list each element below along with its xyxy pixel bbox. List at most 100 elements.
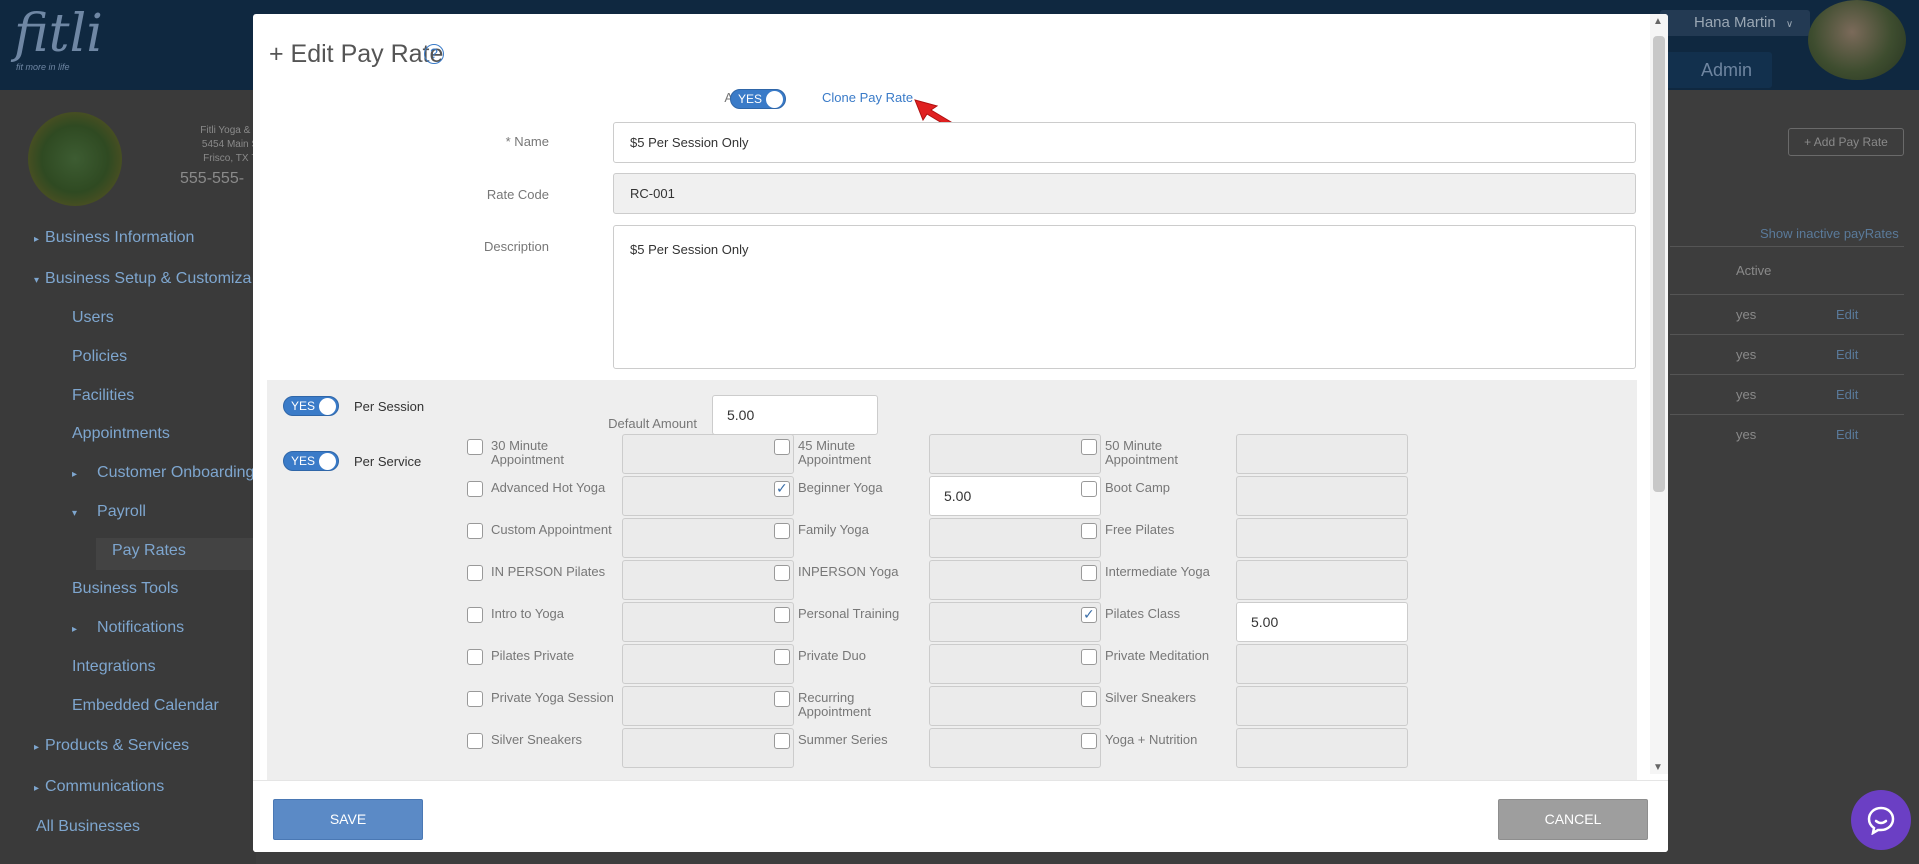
sidebar-item-business-tools[interactable]: Business Tools: [72, 580, 178, 598]
sidebar-item-appointments[interactable]: Appointments: [72, 425, 170, 443]
service-amount-input[interactable]: 5.00: [1236, 602, 1408, 642]
service-amount-input[interactable]: [1236, 686, 1408, 726]
service-amount-input[interactable]: [622, 560, 794, 600]
service-amount-input[interactable]: [1236, 518, 1408, 558]
sidebar-item-communications[interactable]: ▸ Communications: [34, 778, 164, 796]
help-icon[interactable]: ?: [424, 44, 444, 64]
service-checkbox[interactable]: [467, 523, 483, 539]
modal-title: + Edit Pay Rate: [269, 40, 444, 68]
service-checkbox[interactable]: [1081, 606, 1097, 623]
service-checkbox[interactable]: [467, 607, 483, 623]
service-checkbox[interactable]: [774, 480, 790, 497]
avatar[interactable]: [1808, 0, 1906, 80]
sidebar-item-all-businesses[interactable]: All Businesses: [36, 818, 140, 836]
service-amount-input[interactable]: [1236, 728, 1408, 768]
service-checkbox[interactable]: [774, 733, 790, 749]
sidebar-item-facilities[interactable]: Facilities: [72, 387, 134, 405]
name-input[interactable]: $5 Per Session Only: [613, 122, 1636, 163]
cancel-button[interactable]: CANCEL: [1498, 799, 1648, 840]
service-checkbox[interactable]: [467, 481, 483, 497]
per-session-toggle[interactable]: YES: [283, 396, 339, 416]
service-amount-input[interactable]: [622, 728, 794, 768]
edit-link[interactable]: Edit: [1836, 295, 1858, 335]
service-checkbox[interactable]: [1081, 481, 1097, 497]
service-amount-input[interactable]: [1236, 560, 1408, 600]
show-inactive-link[interactable]: Show inactive payRates: [1760, 226, 1899, 241]
service-amount-input[interactable]: [929, 644, 1101, 684]
active-toggle[interactable]: YES: [730, 89, 786, 109]
service-checkbox[interactable]: [1081, 523, 1097, 539]
service-checkbox[interactable]: [467, 733, 483, 749]
sidebar-item-policies[interactable]: Policies: [72, 348, 127, 366]
service-amount-input[interactable]: [622, 476, 794, 516]
service-amount-input[interactable]: [622, 686, 794, 726]
sidebar-item-customer-onboarding[interactable]: ▸ Customer Onboarding: [72, 464, 254, 482]
service-checkbox[interactable]: [467, 565, 483, 581]
table-cell-active: yes: [1736, 427, 1757, 442]
table-cell-active: yes: [1736, 307, 1757, 322]
service-checkbox[interactable]: [467, 439, 483, 455]
sidebar-item-notifications[interactable]: ▸ Notifications: [72, 619, 184, 637]
app-logo[interactable]: fitli: [14, 4, 103, 64]
rate-code-input[interactable]: RC-001: [613, 173, 1636, 214]
service-name: Private Yoga Session: [491, 690, 614, 705]
service-checkbox[interactable]: [1081, 649, 1097, 665]
service-amount-input[interactable]: [929, 560, 1101, 600]
user-menu[interactable]: Hana Martin ∨: [1660, 10, 1810, 36]
service-checkbox[interactable]: [1081, 439, 1097, 455]
service-amount-input[interactable]: [1236, 434, 1408, 474]
sidebar-item-business-information[interactable]: ▸ Business Information: [34, 229, 194, 247]
service-name: Free Pilates: [1105, 522, 1175, 537]
service-amount-input[interactable]: [929, 686, 1101, 726]
modal-scrollbar-thumb[interactable]: [1653, 36, 1665, 492]
sidebar-item-integrations[interactable]: Integrations: [72, 658, 156, 676]
admin-button[interactable]: Admin: [1652, 52, 1772, 88]
service-amount-input[interactable]: 5.00: [929, 476, 1101, 516]
service-amount-input[interactable]: [929, 728, 1101, 768]
toggle-label: YES: [291, 454, 316, 468]
service-checkbox[interactable]: [1081, 691, 1097, 707]
business-phone: 555-555-: [180, 170, 245, 187]
edit-link[interactable]: Edit: [1836, 335, 1858, 375]
edit-link[interactable]: Edit: [1836, 375, 1858, 415]
sidebar-item-payroll[interactable]: ▾ Payroll: [72, 503, 146, 521]
service-checkbox[interactable]: [774, 523, 790, 539]
chat-button[interactable]: [1851, 790, 1911, 850]
service-amount-input[interactable]: [929, 518, 1101, 558]
service-checkbox[interactable]: [1081, 733, 1097, 749]
sidebar-item-pay-rates[interactable]: Pay Rates: [112, 542, 186, 560]
default-amount-input[interactable]: 5.00: [712, 395, 878, 435]
service-amount-input[interactable]: [622, 644, 794, 684]
scroll-down-icon[interactable]: ▼: [1653, 762, 1663, 773]
toggle-label: YES: [738, 92, 763, 106]
service-checkbox[interactable]: [467, 691, 483, 707]
sidebar-item-users[interactable]: Users: [72, 309, 114, 327]
save-button[interactable]: SAVE: [273, 799, 423, 840]
edit-link[interactable]: Edit: [1836, 415, 1858, 455]
service-checkbox[interactable]: [774, 691, 790, 707]
service-name: Intro to Yoga: [491, 606, 565, 621]
service-checkbox[interactable]: [774, 607, 790, 623]
service-checkbox[interactable]: [774, 439, 790, 455]
sidebar-item-products-services[interactable]: ▸ Products & Services: [34, 737, 189, 755]
sidebar-item-business-setup[interactable]: ▾ Business Setup & Customiza: [34, 270, 251, 288]
app-logo-tagline: fit more in life: [16, 62, 70, 72]
edit-pay-rate-modal: + Edit Pay Rate ? Active? YES Clone Pay …: [253, 14, 1668, 852]
service-amount-input[interactable]: [622, 434, 794, 474]
clone-pay-rate-link[interactable]: Clone Pay Rate: [822, 90, 913, 105]
description-textarea[interactable]: $5 Per Session Only: [613, 225, 1636, 369]
per-service-toggle[interactable]: YES: [283, 451, 339, 471]
service-checkbox[interactable]: [1081, 565, 1097, 581]
service-amount-input[interactable]: [1236, 644, 1408, 684]
service-amount-input[interactable]: [622, 518, 794, 558]
sidebar-item-embedded-calendar[interactable]: Embedded Calendar: [72, 697, 219, 715]
scroll-up-icon[interactable]: ▲: [1653, 16, 1663, 27]
service-amount-input[interactable]: [929, 434, 1101, 474]
service-amount-input[interactable]: [1236, 476, 1408, 516]
add-pay-rate-button[interactable]: + Add Pay Rate: [1788, 128, 1904, 156]
service-checkbox[interactable]: [774, 649, 790, 665]
service-checkbox[interactable]: [774, 565, 790, 581]
service-amount-input[interactable]: [929, 602, 1101, 642]
service-checkbox[interactable]: [467, 649, 483, 665]
service-amount-input[interactable]: [622, 602, 794, 642]
